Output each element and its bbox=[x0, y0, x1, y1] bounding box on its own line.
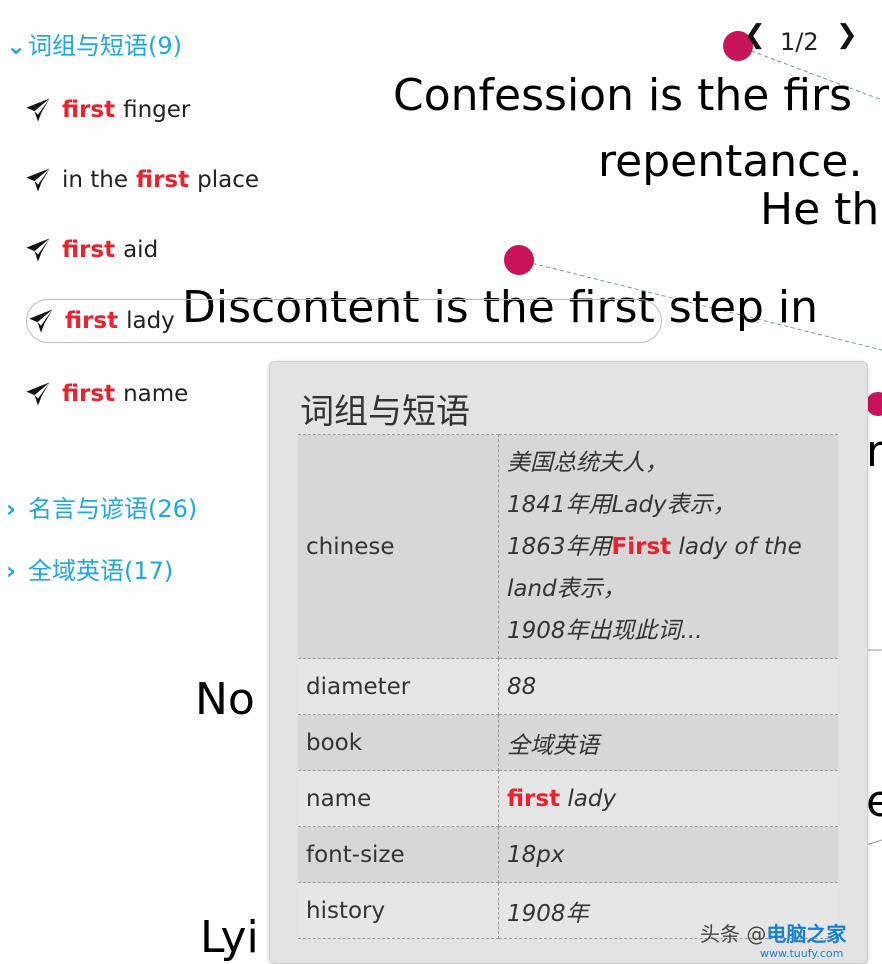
row-value: 全域英语 bbox=[498, 714, 838, 771]
sentence-node[interactable]: Confession is the firs bbox=[393, 74, 852, 118]
value-line: 美国总统夫人， bbox=[507, 449, 668, 476]
graph-node[interactable] bbox=[866, 392, 882, 416]
watermark-site: www.tuufy.com bbox=[760, 947, 844, 960]
paper-plane-icon bbox=[26, 98, 50, 122]
phrase-rest: name bbox=[123, 381, 189, 407]
graph-node[interactable] bbox=[504, 245, 534, 275]
value-line: 1863年用First lady of the bbox=[507, 526, 830, 568]
value-text: lady of the bbox=[671, 533, 802, 560]
chevron-right-icon: › bbox=[6, 557, 16, 585]
value-keyword: first bbox=[507, 785, 561, 812]
chevron-right-icon[interactable]: ❯ bbox=[836, 20, 858, 50]
row-value: first lady bbox=[498, 770, 838, 827]
paper-plane-icon bbox=[26, 238, 50, 262]
value-line: 1908年出现此词... bbox=[507, 617, 703, 644]
chevron-right-icon: › bbox=[6, 495, 16, 523]
phrase-item-selected[interactable]: first lady bbox=[26, 299, 662, 343]
chevron-left-icon[interactable]: ❮ bbox=[744, 20, 766, 50]
sentence-node[interactable]: repentance. bbox=[598, 140, 862, 184]
sentence-node[interactable]: He th bbox=[760, 188, 879, 232]
table-row: book 全域英语 bbox=[298, 714, 838, 771]
phrase-item[interactable]: first name bbox=[24, 372, 188, 416]
row-key: font-size bbox=[298, 826, 499, 883]
phrase-item[interactable]: first finger bbox=[24, 88, 190, 132]
table-row: diameter 88 bbox=[298, 658, 838, 715]
group-phrases[interactable]: ⌄词组与短语(9) bbox=[6, 26, 182, 61]
sentence-fragment: e bbox=[866, 776, 882, 827]
sentence-fragment: r bbox=[866, 426, 882, 477]
phrase-keyword: first bbox=[62, 237, 116, 263]
graph-edge bbox=[865, 839, 882, 846]
node-tooltip: 词组与短语 chinese 美国总统夫人， 1841年用Lady表示， 1863… bbox=[269, 361, 868, 964]
row-value: 美国总统夫人， 1841年用Lady表示， 1863年用First lady o… bbox=[498, 434, 838, 659]
watermark-prefix: 头条 @ bbox=[700, 922, 767, 946]
value-text: 1863年用 bbox=[507, 533, 612, 560]
phrase-rest: finger bbox=[123, 97, 191, 123]
group-label: 名言与谚语(26) bbox=[28, 495, 198, 523]
watermark-brand: 电脑之家 bbox=[766, 922, 847, 946]
sentence-node[interactable]: No bbox=[195, 678, 255, 722]
row-key: book bbox=[298, 714, 499, 771]
row-key: diameter bbox=[298, 658, 499, 715]
group-quotes[interactable]: › 名言与谚语(26) bbox=[6, 489, 197, 524]
group-label: 词组与短语(9) bbox=[28, 32, 182, 60]
phrase-keyword: first bbox=[62, 381, 116, 407]
phrase-item[interactable]: in the first place bbox=[24, 158, 259, 202]
value-line: land表示， bbox=[507, 575, 626, 602]
phrase-keyword: first bbox=[62, 97, 116, 123]
row-key: name bbox=[298, 770, 499, 827]
table-row: name first lady bbox=[298, 770, 838, 827]
row-value: 88 bbox=[498, 658, 838, 715]
phrase-item[interactable]: first aid bbox=[24, 228, 158, 272]
page-counter: 1/2 bbox=[780, 28, 819, 56]
value-keyword: First bbox=[611, 533, 672, 560]
group-english[interactable]: › 全域英语(17) bbox=[6, 551, 173, 586]
group-label: 全域英语(17) bbox=[28, 557, 174, 585]
paper-plane-icon bbox=[29, 309, 53, 333]
row-value: 18px bbox=[498, 826, 838, 883]
sentence-node[interactable]: Lyi bbox=[200, 916, 259, 960]
phrase-rest: lady bbox=[126, 308, 175, 334]
phrase-keyword: first bbox=[136, 167, 190, 193]
tooltip-table: chinese 美国总统夫人， 1841年用Lady表示， 1863年用Firs… bbox=[298, 434, 838, 939]
paper-plane-icon bbox=[26, 168, 50, 192]
phrase-keyword: first bbox=[65, 308, 119, 334]
paper-plane-icon bbox=[26, 382, 50, 406]
phrase-prefix: in the bbox=[62, 167, 129, 193]
tooltip-title: 词组与短语 bbox=[300, 392, 470, 432]
value-text: lady bbox=[560, 785, 617, 812]
value-line: 1841年用Lady表示， bbox=[507, 491, 736, 518]
row-key: chinese bbox=[298, 434, 499, 659]
chevron-down-icon: ⌄ bbox=[6, 32, 27, 60]
row-key: history bbox=[298, 882, 499, 939]
table-row: chinese 美国总统夫人， 1841年用Lady表示， 1863年用Firs… bbox=[298, 434, 838, 659]
watermark: 头条 @电脑之家 www.tuufy.com bbox=[700, 918, 846, 960]
table-row: font-size 18px bbox=[298, 826, 838, 883]
phrase-rest: place bbox=[197, 167, 259, 193]
pager: ❮ 1/2 ❯ bbox=[744, 20, 864, 60]
phrase-rest: aid bbox=[123, 237, 159, 263]
